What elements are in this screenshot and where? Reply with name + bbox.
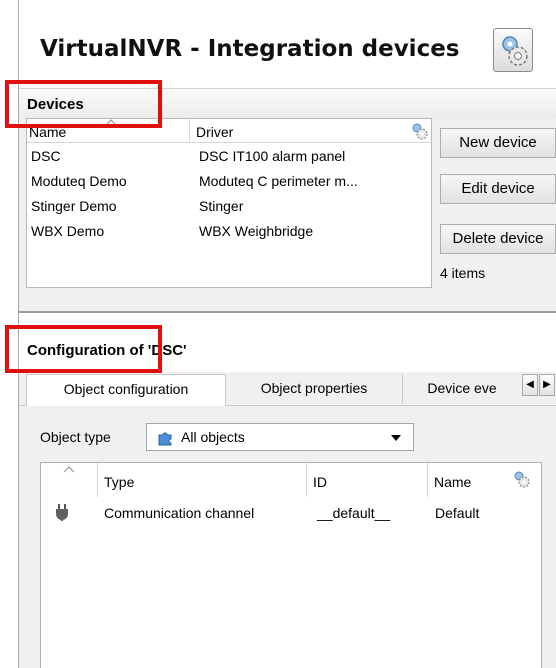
devices-table[interactable]: Name Driver DSC DSC IT100 alarm panel Mo… [26,118,432,288]
new-device-button[interactable]: New device [440,128,556,158]
device-driver: WBX Weighbridge [199,223,314,239]
highlight-configuration [5,325,162,373]
table-row[interactable]: WBX Demo WBX Weighbridge [27,219,431,243]
column-chooser-gear-icon[interactable] [410,121,430,141]
device-driver: Stinger [199,198,244,214]
column-header-type[interactable]: Type [104,474,134,490]
table-row[interactable]: Stinger Demo Stinger [27,194,431,218]
tab-scroll-left-icon[interactable]: ◀ [522,374,538,396]
table-row[interactable]: Moduteq Demo Moduteq C perimeter m... [27,169,431,193]
object-type-label: Object type [40,429,111,445]
column-chooser-gear-icon[interactable] [512,469,532,489]
delete-device-button[interactable]: Delete device [440,224,556,254]
device-driver: Moduteq C perimeter m... [199,173,358,189]
chevron-down-icon [391,435,401,441]
items-count: 4 items [440,265,486,281]
tab-object-configuration[interactable]: Object configuration [26,374,226,406]
table-row[interactable]: DSC DSC IT100 alarm panel [27,144,431,168]
tab-device-events[interactable]: Device eve [404,374,520,404]
highlight-devices [5,80,162,128]
device-name: Moduteq Demo [31,173,127,189]
table-row[interactable]: Communication channel __default__ Defaul… [41,497,541,525]
column-header-driver[interactable]: Driver [196,124,233,140]
gear-icon[interactable] [493,28,533,72]
plug-icon [56,504,68,521]
device-name: DSC [31,148,61,164]
object-type: Communication channel [104,505,255,521]
objects-table[interactable]: Type ID Name Communication channel __def… [40,462,542,668]
tab-object-properties[interactable]: Object properties [226,374,403,404]
tab-scroll-right-icon[interactable]: ▶ [539,374,555,396]
puzzle-icon [158,432,172,446]
column-header-id[interactable]: ID [313,474,327,490]
object-type-select[interactable]: All objects [146,423,414,451]
device-name: Stinger Demo [31,198,117,214]
edit-device-button[interactable]: Edit device [440,174,556,204]
window-title: VirtualNVR - Integration devices [40,36,460,62]
sort-asc-icon [63,466,75,473]
device-name: WBX Demo [31,223,105,239]
device-driver: DSC IT100 alarm panel [199,148,346,164]
object-id: __default__ [317,505,391,521]
column-header-name[interactable]: Name [434,474,471,490]
object-type-value: All objects [181,429,245,445]
object-name: Default [435,505,480,521]
